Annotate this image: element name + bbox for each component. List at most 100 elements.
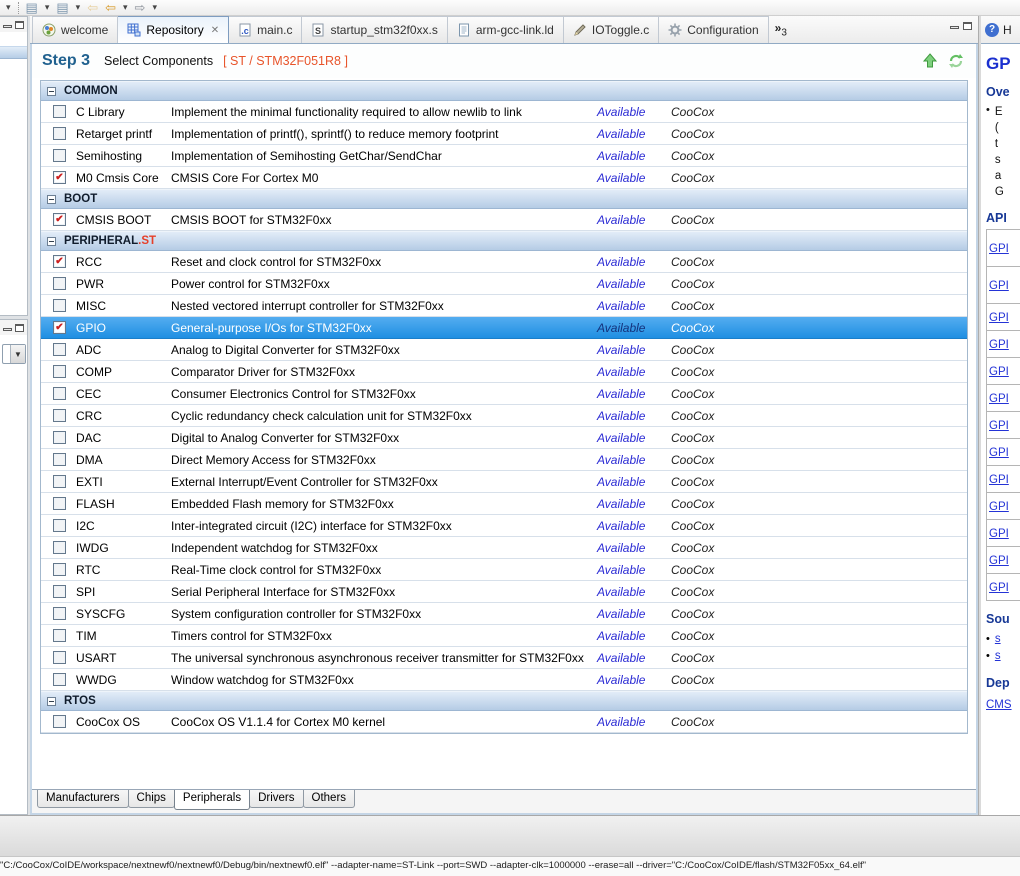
dropdown-icon[interactable]: ▾: [76, 1, 81, 14]
editor-tab-welcome[interactable]: welcome: [32, 16, 119, 43]
component-row-cmsis-boot[interactable]: ✔ CMSIS BOOT CMSIS BOOT for STM32F0xx Avail…: [41, 209, 967, 231]
component-checkbox[interactable]: ✔: [53, 541, 66, 554]
dropdown-icon[interactable]: ▾: [45, 1, 50, 14]
api-link[interactable]: GPI: [989, 501, 1009, 513]
section-header-rtos[interactable]: RTOS: [41, 691, 967, 711]
component-checkbox[interactable]: ✔: [53, 299, 66, 312]
collapse-icon[interactable]: [47, 696, 56, 706]
component-checkbox[interactable]: ✔: [53, 409, 66, 422]
help-tab[interactable]: ? H: [981, 16, 1020, 44]
component-checkbox[interactable]: ✔: [53, 563, 66, 576]
api-link[interactable]: GPI: [989, 582, 1009, 594]
component-checkbox[interactable]: ✔: [53, 519, 66, 532]
api-link[interactable]: GPI: [989, 555, 1009, 567]
component-checkbox[interactable]: ✔: [53, 453, 66, 466]
collapse-icon[interactable]: [47, 236, 56, 246]
component-row-usart[interactable]: ✔ USART The universal synchronous asynchro…: [41, 647, 967, 669]
api-link[interactable]: GPI: [989, 243, 1009, 255]
component-checkbox[interactable]: ✔: [53, 673, 66, 686]
dropdown-icon[interactable]: ▾: [123, 1, 128, 14]
api-link[interactable]: GPI: [989, 312, 1009, 324]
component-checkbox[interactable]: ✔: [53, 607, 66, 620]
editor-tab-main-c[interactable]: .c main.c: [229, 16, 303, 43]
component-row-spi[interactable]: ✔ SPI Serial Peripheral Interface for STM3…: [41, 581, 967, 603]
section-header-boot[interactable]: BOOT: [41, 189, 967, 209]
component-checkbox[interactable]: ✔: [53, 651, 66, 664]
component-checkbox[interactable]: ✔: [53, 431, 66, 444]
component-row-misc[interactable]: ✔ MISC Nested vectored interrupt controlle…: [41, 295, 967, 317]
component-row-dac[interactable]: ✔ DAC Digital to Analog Converter for STM3…: [41, 427, 967, 449]
component-checkbox[interactable]: ✔: [53, 105, 66, 118]
component-row-flash[interactable]: ✔ FLASH Embedded Flash memory for STM32F0x…: [41, 493, 967, 515]
component-checkbox[interactable]: ✔: [53, 497, 66, 510]
dependence-link[interactable]: CMS: [986, 699, 1012, 711]
component-row-retarget-printf[interactable]: ✔ Retarget printf Implementation of printf…: [41, 123, 967, 145]
component-row-syscfg[interactable]: ✔ SYSCFG System configuration controller f…: [41, 603, 967, 625]
bottom-tab-peripherals[interactable]: Peripherals: [173, 790, 251, 810]
maximize-icon[interactable]: [15, 324, 24, 332]
component-checkbox[interactable]: ✔: [53, 149, 66, 162]
back-pale-icon[interactable]: ⇦: [87, 1, 98, 14]
window-icon[interactable]: ▤: [26, 1, 38, 14]
bottom-tab-others[interactable]: Others: [302, 790, 356, 808]
component-checkbox[interactable]: ✔: [53, 365, 66, 378]
collapse-icon[interactable]: [47, 86, 56, 96]
upload-icon[interactable]: [922, 53, 938, 69]
component-row-wwdg[interactable]: ✔ WWDG Window watchdog for STM32F0xx Availa…: [41, 669, 967, 691]
component-checkbox[interactable]: ✔: [53, 127, 66, 140]
component-checkbox[interactable]: ✔: [53, 213, 66, 226]
component-row-rcc[interactable]: ✔ RCC Reset and clock control for STM32F0x…: [41, 251, 967, 273]
component-checkbox[interactable]: ✔: [53, 321, 66, 334]
component-row-pwr[interactable]: ✔ PWR Power control for STM32F0xx Available…: [41, 273, 967, 295]
bottom-tab-chips[interactable]: Chips: [127, 790, 175, 808]
api-link[interactable]: GPI: [989, 280, 1009, 292]
api-link[interactable]: GPI: [989, 528, 1009, 540]
component-checkbox[interactable]: ✔: [53, 277, 66, 290]
editor-tab-iotoggle-c[interactable]: IOToggle.c: [563, 16, 660, 43]
source-link[interactable]: s: [995, 631, 1001, 648]
api-link[interactable]: GPI: [989, 393, 1009, 405]
section-header-common[interactable]: COMMON: [41, 81, 967, 101]
close-icon[interactable]: ✕: [211, 25, 219, 36]
component-checkbox[interactable]: ✔: [53, 343, 66, 356]
source-link[interactable]: s: [995, 648, 1001, 665]
collapse-icon[interactable]: [47, 194, 56, 204]
api-link[interactable]: GPI: [989, 474, 1009, 486]
chevron-down-icon[interactable]: ▼: [10, 345, 25, 363]
component-checkbox[interactable]: ✔: [53, 171, 66, 184]
component-checkbox[interactable]: ✔: [53, 715, 66, 728]
component-row-coocox-os[interactable]: ✔ CooCox OS CooCox OS V1.1.4 for Cortex M0…: [41, 711, 967, 733]
component-checkbox[interactable]: ✔: [53, 255, 66, 268]
component-row-crc[interactable]: ✔ CRC Cyclic redundancy check calculation …: [41, 405, 967, 427]
component-checkbox[interactable]: ✔: [53, 585, 66, 598]
component-row-semihosting[interactable]: ✔ Semihosting Implementation of Semihostin…: [41, 145, 967, 167]
component-checkbox[interactable]: ✔: [53, 629, 66, 642]
maximize-button[interactable]: [963, 21, 972, 30]
component-row-tim[interactable]: ✔ TIM Timers control for STM32F0xx Availabl…: [41, 625, 967, 647]
component-row-rtc[interactable]: ✔ RTC Real-Time clock control for STM32F0x…: [41, 559, 967, 581]
api-link[interactable]: GPI: [989, 420, 1009, 432]
back-icon[interactable]: ⇦: [105, 1, 116, 14]
api-link[interactable]: GPI: [989, 447, 1009, 459]
component-row-cec[interactable]: ✔ CEC Consumer Electronics Control for STM…: [41, 383, 967, 405]
left-pane-combo[interactable]: ▼: [2, 344, 26, 364]
window-icon[interactable]: ▤: [56, 1, 68, 14]
api-link[interactable]: GPI: [989, 366, 1009, 378]
component-row-adc[interactable]: ✔ ADC Analog to Digital Converter for STM3…: [41, 339, 967, 361]
editor-tab-arm-gcc-link-ld[interactable]: arm-gcc-link.ld: [447, 16, 564, 43]
component-row-c-library[interactable]: ✔ C Library Implement the minimal function…: [41, 101, 967, 123]
section-header-peripheral[interactable]: PERIPHERAL.ST: [41, 231, 967, 251]
tab-overflow-chevron[interactable]: »3: [775, 21, 787, 38]
component-row-exti[interactable]: ✔ EXTI External Interrupt/Event Controller…: [41, 471, 967, 493]
component-row-comp[interactable]: ✔ COMP Comparator Driver for STM32F0xx Avai…: [41, 361, 967, 383]
refresh-icon[interactable]: [948, 53, 964, 69]
component-checkbox[interactable]: ✔: [53, 475, 66, 488]
component-row-iwdg[interactable]: ✔ IWDG Independent watchdog for STM32F0xx A…: [41, 537, 967, 559]
maximize-icon[interactable]: [15, 21, 24, 29]
component-row-dma[interactable]: ✔ DMA Direct Memory Access for STM32F0xx Av…: [41, 449, 967, 471]
api-link[interactable]: GPI: [989, 339, 1009, 351]
dropdown-icon[interactable]: ▾: [6, 1, 11, 14]
forward-icon[interactable]: ⇨: [135, 1, 146, 14]
bottom-tab-manufacturers[interactable]: Manufacturers: [37, 790, 129, 808]
dropdown-icon[interactable]: ▾: [152, 1, 157, 14]
